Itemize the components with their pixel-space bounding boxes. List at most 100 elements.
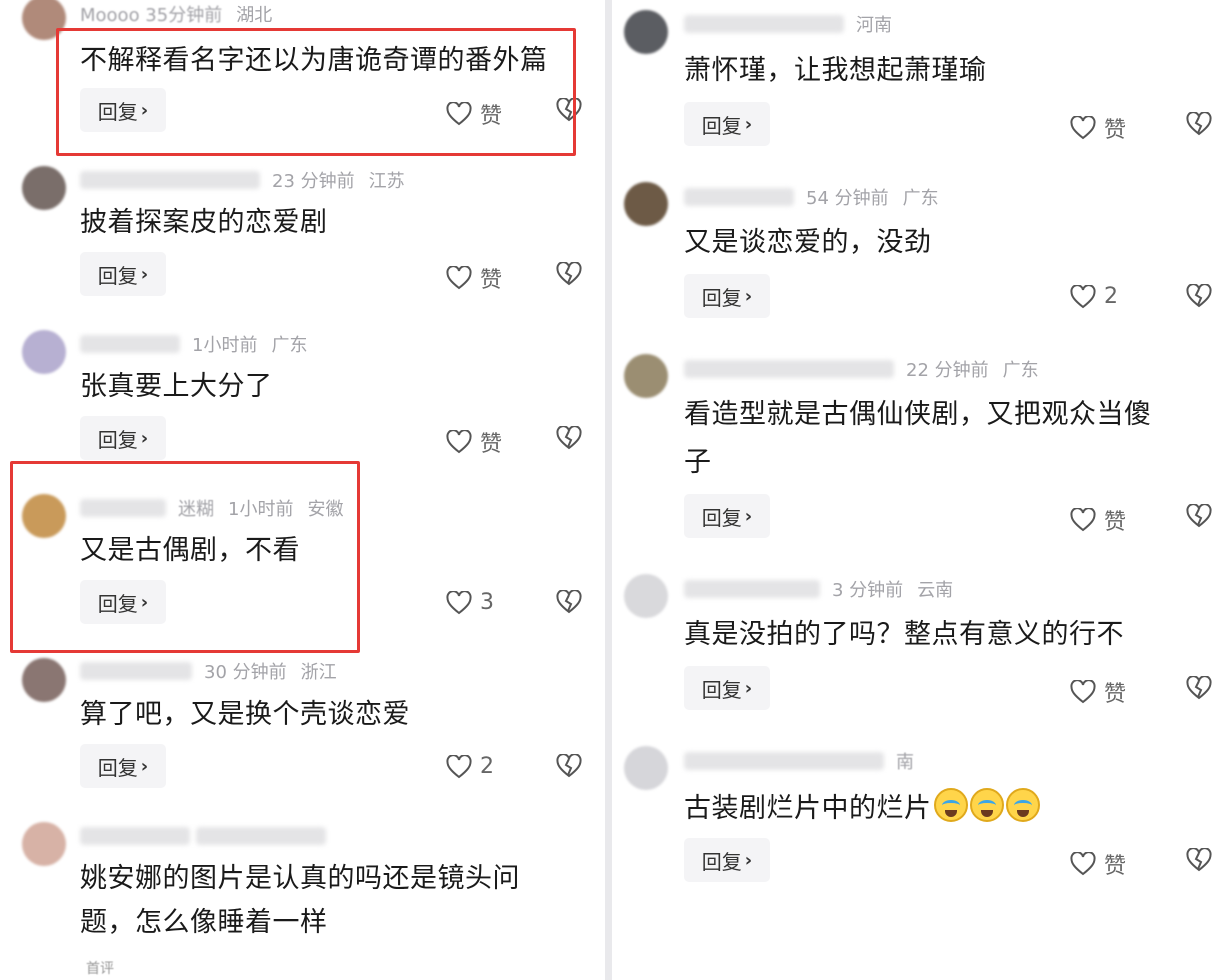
- reply-button[interactable]: 回复 ›: [684, 274, 770, 318]
- heart-outline-icon: [446, 102, 472, 126]
- avatar[interactable]: [22, 822, 66, 866]
- comment-text: 古装剧烂片中的烂片: [684, 788, 1040, 828]
- like-count: 赞: [480, 432, 503, 457]
- heart-outline-icon: [1070, 680, 1096, 704]
- comment-text: 不解释看名字还以为唐诡奇谭的番外篇: [80, 45, 548, 76]
- broken-heart-icon[interactable]: [1186, 112, 1212, 136]
- reply-button[interactable]: 回复 ›: [684, 666, 770, 710]
- meta-location: 浙江: [300, 662, 337, 683]
- blurred-username-extra: [196, 827, 326, 845]
- comment-meta: 河南: [684, 10, 892, 38]
- blurred-username: [80, 171, 260, 189]
- reply-button[interactable]: 回复 ›: [684, 494, 770, 538]
- avatar[interactable]: [624, 354, 668, 398]
- like-button[interactable]: 赞: [1070, 676, 1126, 708]
- reply-button[interactable]: 回复 ›: [684, 102, 770, 146]
- blurred-username: [684, 188, 794, 206]
- like-button[interactable]: 2: [1070, 284, 1118, 309]
- blurred-username: [80, 662, 192, 680]
- like-count: 2: [480, 754, 494, 779]
- reply-label: 回复: [701, 505, 742, 530]
- reply-button[interactable]: 回复 ›: [684, 838, 770, 882]
- like-button[interactable]: 3: [446, 590, 494, 615]
- left-comment-panel: Moooo 35分钟前 湖北 不解释看名字还以为唐诡奇谭的番外篇 回复 › 赞 2…: [0, 0, 605, 980]
- crying-face-emoji: [1005, 788, 1040, 822]
- like-count: 赞: [480, 104, 503, 129]
- like-count: 2: [1104, 284, 1118, 309]
- broken-heart-icon[interactable]: [556, 590, 582, 614]
- avatar[interactable]: [624, 574, 668, 618]
- avatar[interactable]: [22, 330, 66, 374]
- comment-text: 张真要上大分了: [80, 371, 273, 402]
- comment-meta: 23 分钟前 江苏: [80, 166, 405, 194]
- reply-label: 回复: [701, 285, 742, 310]
- broken-heart-icon[interactable]: [1186, 676, 1212, 700]
- like-button[interactable]: 赞: [1070, 848, 1126, 880]
- reply-button[interactable]: 回复 ›: [80, 252, 166, 296]
- broken-heart-icon[interactable]: [1186, 504, 1212, 528]
- broken-heart-icon[interactable]: [556, 754, 582, 778]
- chevron-right-icon: ›: [140, 755, 149, 777]
- meta-location: 云南: [917, 580, 954, 601]
- avatar[interactable]: [624, 10, 668, 54]
- avatar[interactable]: [22, 166, 66, 210]
- meta-location: 河南: [856, 15, 892, 36]
- reply-label: 回复: [97, 427, 138, 452]
- chevron-right-icon: ›: [744, 113, 753, 135]
- avatar[interactable]: [22, 0, 66, 40]
- broken-heart-icon[interactable]: [556, 262, 582, 286]
- reply-label: 回复: [701, 113, 742, 138]
- chevron-right-icon: ›: [140, 99, 149, 121]
- comment-text-line: 姚安娜的图片是认真的吗还是镜头问: [80, 863, 520, 894]
- like-count: 3: [480, 590, 494, 615]
- chevron-right-icon: ›: [744, 677, 753, 699]
- reply-label: 回复: [97, 755, 138, 780]
- like-button[interactable]: 2: [446, 754, 494, 779]
- meta-location: 广东: [271, 335, 308, 356]
- like-button[interactable]: 赞: [446, 98, 502, 130]
- avatar[interactable]: [22, 494, 66, 538]
- heart-outline-icon: [446, 430, 472, 454]
- blurred-username: [684, 360, 894, 378]
- broken-heart-icon[interactable]: [1186, 284, 1212, 308]
- reply-button[interactable]: 回复 ›: [80, 88, 166, 132]
- heart-outline-icon: [1070, 284, 1096, 308]
- meta-time: 1小时前: [192, 335, 258, 356]
- comment-meta: [80, 822, 338, 850]
- like-button[interactable]: 赞: [1070, 504, 1126, 536]
- blurred-username: [684, 580, 820, 598]
- meta-time: 1小时前: [228, 499, 294, 520]
- chevron-right-icon: ›: [744, 849, 753, 871]
- comment-meta: 54 分钟前 广东: [684, 183, 939, 211]
- avatar[interactable]: [624, 182, 668, 226]
- broken-heart-icon[interactable]: [556, 426, 582, 450]
- comment-meta: 3 分钟前 云南: [684, 575, 953, 603]
- heart-outline-icon: [1070, 508, 1096, 532]
- meta-location: 湖北: [236, 5, 273, 26]
- avatar[interactable]: [22, 658, 66, 702]
- reply-label: 回复: [701, 849, 742, 874]
- meta-time: 30 分钟前: [204, 662, 287, 683]
- blurred-username: [684, 15, 844, 33]
- broken-heart-icon[interactable]: [1186, 848, 1212, 872]
- reply-button[interactable]: 回复 ›: [80, 416, 166, 460]
- comment-text-line: 看造型就是古偶仙侠剧，又把观众当傻: [684, 399, 1152, 430]
- reply-button[interactable]: 回复 ›: [80, 580, 166, 624]
- comment-text: 萧怀瑾，让我想起萧瑾瑜: [684, 55, 987, 86]
- like-button[interactable]: 赞: [446, 262, 502, 294]
- like-count: 赞: [1104, 510, 1127, 535]
- avatar[interactable]: [624, 746, 668, 790]
- comment-text: 披着探案皮的恋爱剧: [80, 207, 328, 238]
- like-button[interactable]: 赞: [446, 426, 502, 458]
- chevron-right-icon: ›: [140, 591, 149, 613]
- comment-text-line: 题，怎么像睡着一样: [80, 907, 328, 938]
- comment-text: 又是谈恋爱的，没劲: [684, 227, 932, 258]
- comment-meta: Moooo 35分钟前 湖北: [80, 0, 272, 28]
- fold-label: 首评: [86, 961, 114, 977]
- reply-button[interactable]: 回复 ›: [80, 744, 166, 788]
- meta-location: 广东: [902, 188, 939, 209]
- broken-heart-icon[interactable]: [556, 98, 582, 122]
- like-button[interactable]: 赞: [1070, 112, 1126, 144]
- blurred-username: [684, 752, 884, 770]
- meta-time: 54 分钟前: [806, 188, 889, 209]
